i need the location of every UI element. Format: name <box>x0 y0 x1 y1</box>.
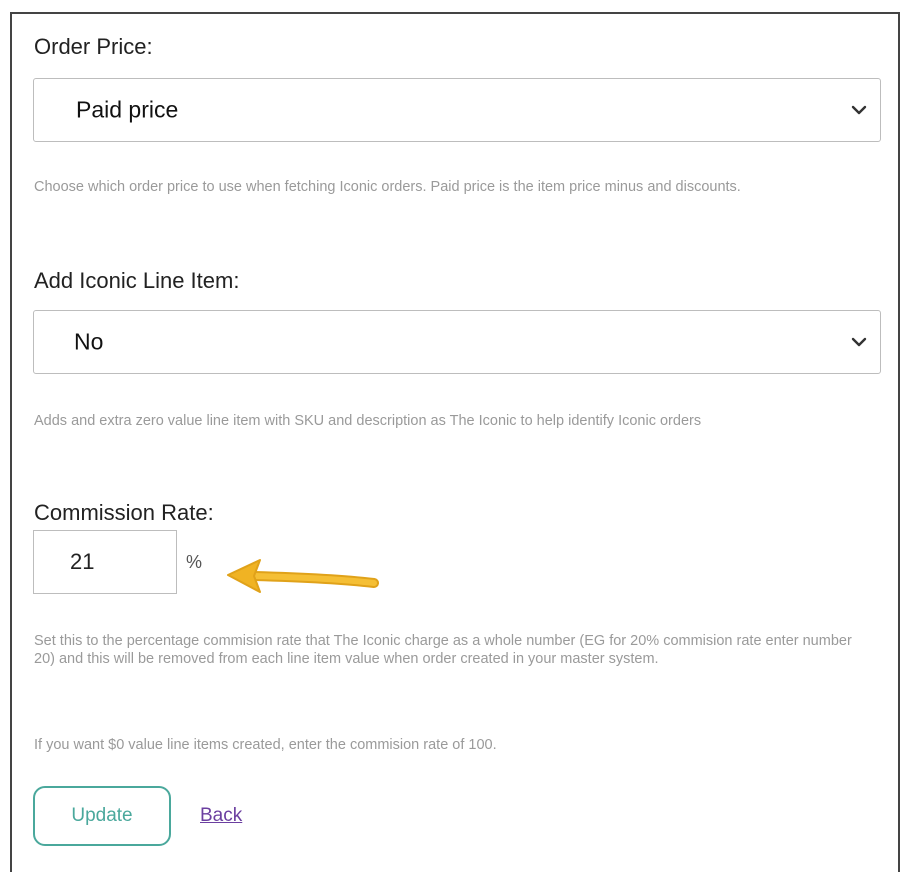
order-price-select[interactable]: Paid price <box>33 78 881 142</box>
commission-rate-help: Set this to the percentage commision rat… <box>34 633 852 667</box>
commission-rate-input[interactable]: 21 <box>33 530 177 594</box>
commission-rate-help-zero: If you want $0 value line items created,… <box>34 737 497 753</box>
add-line-item-select[interactable]: No <box>33 310 881 374</box>
back-link[interactable]: Back <box>200 805 242 827</box>
commission-rate-label: Commission Rate: <box>34 500 214 525</box>
commission-rate-value: 21 <box>70 549 95 574</box>
arrow-left-icon <box>227 559 379 593</box>
add-line-item-selected-value: No <box>74 328 104 355</box>
chevron-down-icon <box>851 337 867 347</box>
add-line-item-help: Adds and extra zero value line item with… <box>34 413 702 429</box>
order-price-label: Order Price: <box>34 34 153 59</box>
update-button[interactable]: Update <box>33 786 171 846</box>
add-line-item-label: Add Iconic Line Item: <box>34 268 240 293</box>
percent-unit: % <box>186 552 203 572</box>
order-price-help: Choose which order price to use when fet… <box>34 179 741 195</box>
chevron-down-icon <box>851 105 867 115</box>
order-price-selected-value: Paid price <box>76 96 179 123</box>
